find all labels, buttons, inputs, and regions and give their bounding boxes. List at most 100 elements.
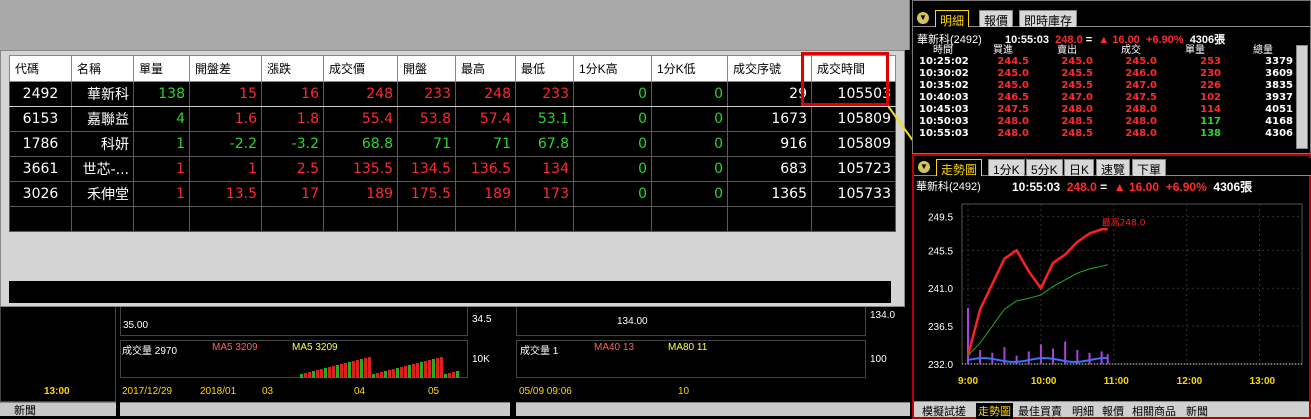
detail-cell: 10:30:02 — [919, 68, 969, 79]
x-tick-label: 11:00 — [1104, 376, 1129, 387]
column-header[interactable]: 最低 — [515, 55, 574, 82]
table-row[interactable]: 2492 華新科 138 15 16 248 233 248 233 0 0 29 105503 — [9, 81, 896, 107]
detail-row[interactable]: 10:40:03 246.5 247.0 247.5 102 3937 — [915, 92, 1299, 104]
empty-cell — [727, 206, 812, 232]
column-header[interactable]: 1分K低 — [651, 55, 728, 82]
detail-cell: 3379 — [1265, 56, 1293, 67]
column-header[interactable]: 漲跌 — [261, 55, 324, 82]
empty-cell — [189, 206, 262, 232]
intraday-scrollbar[interactable] — [516, 402, 910, 416]
tab-inventory[interactable]: 即時庫存 — [1019, 10, 1078, 28]
daily-volume-bar — [444, 374, 447, 378]
column-header[interactable]: 代碼 — [9, 55, 72, 82]
bottom-tab[interactable]: 報價 — [1102, 403, 1124, 419]
tab-detail[interactable]: 明細 — [935, 10, 970, 28]
column-header[interactable]: 成交序號 — [727, 55, 812, 82]
bottom-tab[interactable]: 走勢圖 — [976, 403, 1013, 419]
cell-low: 67.8 — [515, 131, 574, 157]
bottom-tab[interactable]: 明細 — [1072, 403, 1094, 419]
table-row[interactable]: 1786 科妍 1 -2.2 -3.2 68.8 71 71 67.8 0 0 916 105809 — [9, 131, 896, 157]
column-header[interactable]: 名稱 — [71, 55, 134, 82]
daily-volume-bar — [404, 366, 407, 378]
column-header[interactable]: 最高 — [455, 55, 516, 82]
detail-cell: 10:25:02 — [919, 56, 969, 67]
table-row[interactable]: 3026 禾伸堂 1 13.5 17 189 175.5 189 173 0 0 1365 105733 — [9, 181, 896, 207]
cell-seq: 1365 — [727, 181, 812, 207]
detail-header-row: 時間 買進 賣出 成交 單量 總量 — [915, 45, 1299, 56]
bottom-tab[interactable]: 模擬試搓 — [922, 403, 966, 419]
detail-cell: 4168 — [1265, 116, 1293, 127]
date-label-4: 04 — [354, 386, 366, 397]
cell-k1-high: 0 — [573, 181, 652, 207]
bottom-tab[interactable]: 相關商品 — [1132, 403, 1176, 419]
x-tick-label: 12:00 — [1177, 376, 1203, 387]
cell-vol: 4 — [133, 106, 190, 132]
empty-cell — [573, 206, 652, 232]
daily-volume-bar — [388, 370, 391, 378]
daily-scrollbar[interactable] — [120, 402, 510, 416]
daily-volume-bar — [344, 363, 347, 378]
volume-bar — [1088, 352, 1091, 364]
daily-volume-bar — [392, 369, 395, 378]
detail-scrollbar[interactable] — [1296, 45, 1308, 149]
detail-row[interactable]: 10:50:03 248.0 248.5 248.0 117 4168 — [915, 116, 1299, 128]
daily-volume-bar — [360, 359, 363, 378]
detail-cell: 114 — [1200, 104, 1221, 115]
intraday-date-label-2: 10 — [678, 386, 690, 397]
column-header[interactable]: 單量 — [133, 55, 190, 82]
cell-code: 3026 — [9, 181, 72, 207]
average-line — [967, 264, 1108, 356]
daily-volume-bar — [412, 364, 415, 378]
column-header[interactable]: 1分K高 — [573, 55, 652, 82]
empty-cell — [9, 206, 72, 232]
detail-row[interactable]: 10:35:02 245.0 245.5 247.0 226 3835 — [915, 80, 1299, 92]
date-label-1: 2017/12/29 — [122, 386, 173, 397]
volume-average-line — [967, 357, 1108, 363]
bottom-tab[interactable]: 新聞 — [1186, 403, 1208, 419]
cell-open: 53.8 — [397, 106, 456, 132]
daily-volume-bar — [328, 367, 331, 378]
detail-row[interactable]: 10:45:03 247.5 248.0 248.0 114 4051 — [915, 104, 1299, 116]
news-tab[interactable]: 新聞 — [14, 402, 36, 418]
daily-volume-bar — [384, 371, 387, 378]
cell-k1-low: 0 — [651, 131, 728, 157]
dropdown-icon[interactable]: ▼ — [917, 12, 929, 24]
column-header[interactable]: 開盤 — [397, 55, 456, 82]
column-header[interactable]: 開盤差 — [189, 55, 262, 82]
cell-seq: 1673 — [727, 106, 812, 132]
daily-volume-bar — [324, 368, 327, 378]
cell-change: 1.8 — [261, 106, 324, 132]
detail-row[interactable]: 10:25:02 244.5 245.0 245.0 253 3379 — [915, 56, 1299, 68]
cell-seq: 916 — [727, 131, 812, 157]
table-row[interactable]: 3661 世芯-... 1 1 2.5 135.5 134.5 136.5 134 0 0 683 10… — [9, 156, 896, 182]
cell-change: -3.2 — [261, 131, 324, 157]
daily-volume-bar — [372, 374, 375, 378]
detail-row[interactable]: 10:55:03 248.0 248.5 248.0 138 4306 — [915, 128, 1299, 140]
trend-chart: 249.5 245.5 241.0 236.5 232.0 9:00 10:00 11:00 1… — [928, 203, 1303, 387]
detail-cell: 10:35:02 — [919, 80, 969, 91]
cell-price: 55.4 — [323, 106, 398, 132]
detail-column-header: 賣出 — [1057, 45, 1077, 56]
daily-volume-bar — [320, 369, 323, 378]
detail-cell: 248.5 — [1061, 116, 1093, 127]
detail-row[interactable]: 10:30:02 245.0 245.5 246.0 230 3609 — [915, 68, 1299, 80]
cell-open: 233 — [397, 81, 456, 107]
cell-name: 世芯-... — [71, 156, 134, 182]
empty-cell — [811, 206, 896, 232]
cell-k1-low: 0 — [651, 81, 728, 107]
column-header[interactable]: 成交價 — [323, 55, 398, 82]
detail-cell: 102 — [1200, 92, 1221, 103]
daily-volume-bar — [436, 358, 439, 378]
quote-panel: 代碼 名稱 單量 開盤差 漲跌 成交價 開盤 最高 最低 1分K高 1分K低 成交序號 成交時間 249… — [0, 50, 905, 307]
date-label-5: 05 — [428, 386, 440, 397]
cell-change: 2.5 — [261, 156, 324, 182]
daily-volume-bar — [336, 365, 339, 378]
cell-open-diff: 13.5 — [189, 181, 262, 207]
detail-cell: 248.0 — [1125, 104, 1157, 115]
daily-k-chart — [120, 306, 468, 336]
cell-time: 105733 — [811, 181, 896, 207]
bottom-tab[interactable]: 最佳買賣 — [1018, 403, 1062, 419]
tab-quote[interactable]: 報價 — [979, 10, 1014, 28]
table-row[interactable]: 6153 嘉聯益 4 1.6 1.8 55.4 53.8 57.4 53.1 0 0 1673 1058… — [9, 106, 896, 132]
cell-seq: 29 — [727, 81, 812, 107]
